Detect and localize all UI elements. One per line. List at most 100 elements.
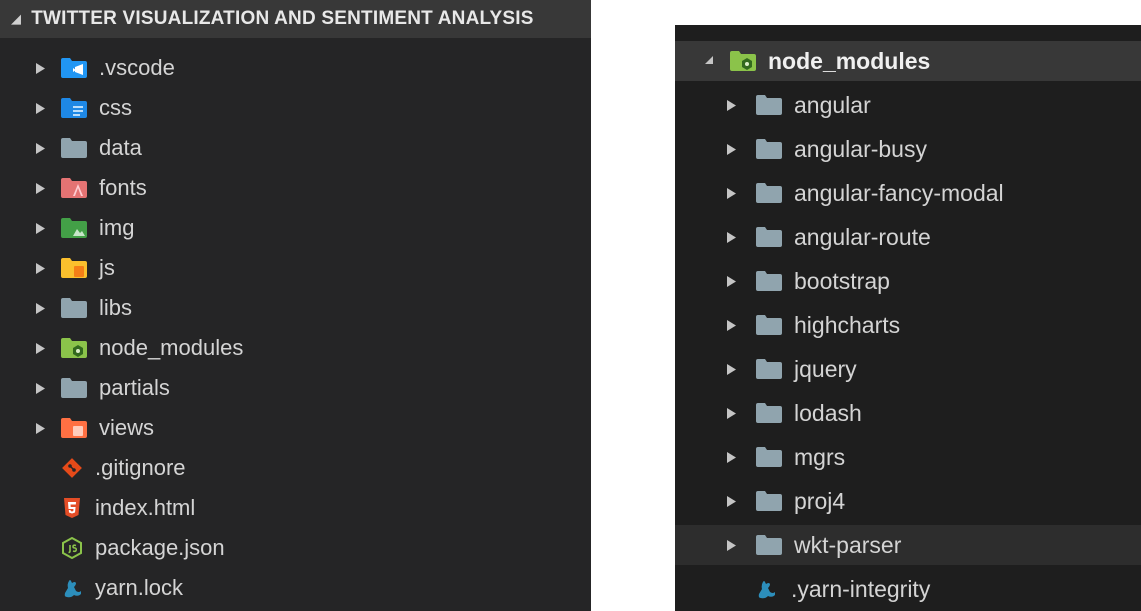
folder-img[interactable]: img [0,208,591,248]
folder-node-modules-expanded[interactable]: node_modules [675,41,1141,81]
tree-item-label: node_modules [99,335,244,360]
tree-item-label: wkt-parser [794,531,902,558]
chevron-right-icon [36,182,45,194]
node-folder-icon [61,338,87,358]
tree-item-label: bootstrap [794,267,890,294]
tree-item-label: views [99,415,155,440]
folder-libs[interactable]: libs [0,288,591,328]
folder-icon [756,403,782,423]
file-gitignore[interactable]: .gitignore [0,448,591,488]
tree-item-label: highcharts [794,311,901,338]
tree-item-label: angular-route [794,223,931,250]
vscode-folder-icon [61,58,87,78]
chevron-right-icon [36,302,45,314]
folder-angular[interactable]: angular [675,85,1141,125]
chevron-right-icon [36,142,45,154]
chevron-right-icon [727,231,736,243]
chevron-right-icon [36,102,45,114]
chevron-right-icon [36,342,45,354]
tree-item-label: img [99,215,135,240]
chevron-right-icon [36,262,45,274]
folder-icon [61,298,87,318]
tree-item-label: angular [794,91,871,118]
folder-icon [756,95,782,115]
chevron-right-icon [727,539,736,551]
folder-js[interactable]: js [0,248,591,288]
css-folder-icon [61,98,87,118]
chevron-right-icon [36,382,45,394]
folder-highcharts[interactable]: highcharts [675,305,1141,345]
tree-item-label: proj4 [794,487,846,514]
file-package-json[interactable]: package.json [0,528,591,568]
tree-item-label: angular-fancy-modal [794,179,1004,206]
tree-item-label: partials [99,375,170,400]
tree-item-label: .vscode [99,55,175,80]
folder-partials[interactable]: partials [0,368,591,408]
file-yarn-integrity[interactable]: .yarn-integrity [675,569,1141,609]
tree-item-label: node_modules [768,47,931,74]
folder-node-modules[interactable]: node_modules [0,328,591,368]
yarn-icon [755,578,777,600]
tree-item-label: index.html [95,495,196,520]
folder-jquery[interactable]: jquery [675,349,1141,389]
folder-icon [756,271,782,291]
yarn-icon [61,577,83,599]
explorer-panel-node-modules: node_modules angular angular-busy angula… [675,25,1141,611]
project-title: TWITTER VISUALIZATION AND SENTIMENT ANAL… [31,8,534,29]
folder-angular-fancy-modal[interactable]: angular-fancy-modal [675,173,1141,213]
chevron-right-icon [727,143,736,155]
folder-vscode[interactable]: .vscode [0,48,591,88]
folder-icon [756,491,782,511]
folder-icon [756,535,782,555]
file-yarn-lock[interactable]: yarn.lock [0,568,591,608]
chevron-right-icon [727,451,736,463]
folder-icon [61,138,87,158]
folder-icon [756,183,782,203]
tree-item-label: jquery [794,355,857,382]
folder-lodash[interactable]: lodash [675,393,1141,433]
tree-item-label: mgrs [794,443,846,470]
tree-item-label: angular-busy [794,135,927,162]
caret-down-icon: ◢ [11,11,22,26]
folder-icon [756,359,782,379]
tree-item-label: libs [99,295,133,320]
folder-icon [756,139,782,159]
chevron-right-icon [36,422,45,434]
file-index-html[interactable]: index.html [0,488,591,528]
folder-mgrs[interactable]: mgrs [675,437,1141,477]
folder-icon [756,227,782,247]
git-icon [61,457,83,479]
folder-views[interactable]: views [0,408,591,448]
chevron-right-icon [727,407,736,419]
chevron-right-icon [727,275,736,287]
chevron-right-icon [727,363,736,375]
chevron-right-icon [36,62,45,74]
chevron-down-icon [705,55,714,67]
tree-item-label: yarn.lock [95,575,184,600]
views-folder-icon [61,418,87,438]
folder-angular-route[interactable]: angular-route [675,217,1141,257]
folder-angular-busy[interactable]: angular-busy [675,129,1141,169]
chevron-right-icon [727,319,736,331]
folder-fonts[interactable]: fonts [0,168,591,208]
tree-item-label: lodash [794,399,862,426]
folder-css[interactable]: css [0,88,591,128]
folder-proj4[interactable]: proj4 [675,481,1141,521]
tree-item-label: .gitignore [95,455,186,480]
folder-wkt-parser[interactable]: wkt-parser [675,525,1141,565]
folder-icon [756,447,782,467]
tree-item-label: .yarn-integrity [791,575,931,602]
explorer-section-header[interactable]: ◢ TWITTER VISUALIZATION AND SENTIMENT AN… [0,0,591,38]
folder-data[interactable]: data [0,128,591,168]
chevron-right-icon [727,495,736,507]
images-folder-icon [61,218,87,238]
tree-item-label: js [99,255,115,280]
explorer-panel-left: ◢ TWITTER VISUALIZATION AND SENTIMENT AN… [0,0,591,611]
folder-icon [61,378,87,398]
folder-bootstrap[interactable]: bootstrap [675,261,1141,301]
html5-icon [61,497,83,519]
chevron-right-icon [727,99,736,111]
chevron-right-icon [727,187,736,199]
fonts-folder-icon [61,178,87,198]
tree-item-label: data [99,135,142,160]
